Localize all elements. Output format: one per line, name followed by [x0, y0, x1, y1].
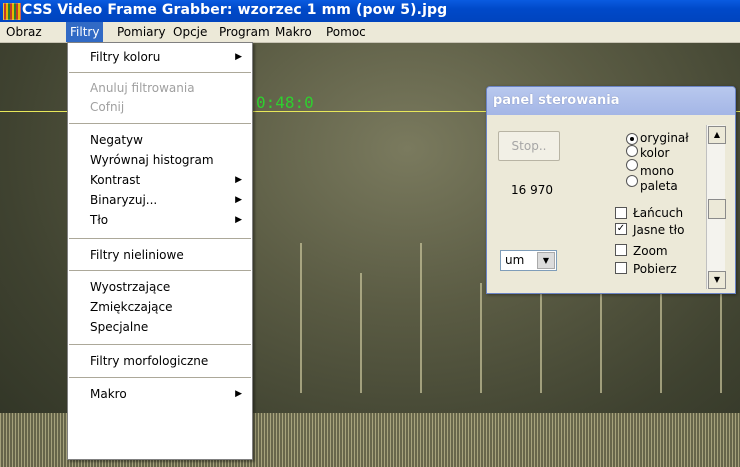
- checkbox-lancuch-label: Łańcuch: [633, 206, 684, 220]
- ruler-tick: [420, 243, 422, 393]
- panel-title: panel sterowania: [493, 93, 620, 108]
- menu-separator: [69, 238, 251, 239]
- menu-item-cofnij: Cofnij: [90, 100, 125, 114]
- submenu-arrow-icon: ▶: [235, 52, 242, 62]
- submenu-arrow-icon: ▶: [235, 175, 242, 185]
- checkbox-pobierz-label: Pobierz: [633, 262, 677, 276]
- submenu-arrow-icon: ▶: [235, 215, 242, 225]
- menu-item-zmiekczajace[interactable]: Zmiękczające: [68, 298, 252, 317]
- unit-select[interactable]: um ▼: [500, 250, 557, 271]
- ruler-tick: [300, 243, 302, 393]
- window-title: CSS Video Frame Grabber: wzorzec 1 mm (p…: [22, 2, 448, 18]
- checkbox-jasne-tlo-label: Jasne tło: [633, 223, 685, 237]
- menu-item-wyostrzajace[interactable]: Wyostrzające: [68, 278, 252, 297]
- submenu-arrow-icon: ▶: [235, 195, 242, 205]
- radio-oryginal-label: oryginał: [640, 131, 689, 145]
- radio-paleta-label: paleta: [640, 179, 678, 193]
- menu-separator: [69, 123, 251, 124]
- menu-separator: [69, 344, 251, 345]
- radio-kolor-label: kolor: [640, 146, 670, 160]
- radio-mono[interactable]: [626, 159, 638, 171]
- ruler-tick: [480, 283, 482, 393]
- app-icon: [3, 3, 21, 20]
- radio-mono-label: mono: [640, 164, 674, 178]
- menubar: Obraz Filtry Pomiary Opcje Program Makro…: [0, 22, 740, 43]
- checkbox-zoom-label: Zoom: [633, 244, 668, 258]
- ruler-tick: [360, 273, 362, 393]
- menu-item-makro[interactable]: Makro ▶: [68, 385, 252, 404]
- menu-separator: [69, 270, 251, 271]
- menu-item-filtry-morfologiczne[interactable]: Filtry morfologiczne: [68, 352, 252, 371]
- menu-pomoc[interactable]: Pomoc: [322, 22, 370, 42]
- radio-paleta[interactable]: [626, 175, 638, 187]
- chevron-down-icon[interactable]: ▼: [537, 252, 555, 269]
- menu-filtry[interactable]: Filtry: [66, 22, 104, 42]
- menu-item-anuluj: Anuluj filtrowania: [90, 81, 195, 95]
- scroll-down-icon[interactable]: ▼: [708, 271, 726, 289]
- menu-separator: [69, 72, 251, 73]
- checkbox-lancuch[interactable]: [615, 207, 627, 219]
- control-panel: panel sterowania Stop.. 16 970 um ▼ oryg…: [486, 86, 736, 294]
- menu-opcje[interactable]: Opcje: [169, 22, 211, 42]
- menu-separator: [69, 377, 251, 378]
- panel-titlebar[interactable]: panel sterowania: [487, 87, 735, 115]
- submenu-arrow-icon: ▶: [235, 389, 242, 399]
- scroll-up-icon[interactable]: ▲: [708, 126, 726, 144]
- menu-obraz[interactable]: Obraz: [2, 22, 46, 42]
- window-titlebar: CSS Video Frame Grabber: wzorzec 1 mm (p…: [0, 0, 740, 22]
- menu-makro[interactable]: Makro: [271, 22, 316, 42]
- checkbox-pobierz[interactable]: [615, 262, 627, 274]
- stop-button: Stop..: [498, 131, 560, 161]
- checkbox-zoom[interactable]: [615, 244, 627, 256]
- ruler-tick: [660, 283, 662, 393]
- menu-item-tlo[interactable]: Tło ▶: [68, 211, 252, 230]
- menu-item-binaryzuj[interactable]: Binaryzuj... ▶: [68, 191, 252, 210]
- menu-item-negatyw[interactable]: Negatyw: [68, 131, 252, 150]
- unit-select-value: um: [505, 253, 525, 267]
- menu-item-filtry-koloru[interactable]: Filtry koloru ▶: [68, 48, 252, 67]
- frame-counter: 16 970: [511, 183, 553, 197]
- timecode-overlay: 0:48:0: [256, 93, 314, 112]
- filtry-dropdown-menu: Filtry koloru ▶ Anuluj filtrowania Cofni…: [67, 42, 253, 460]
- panel-scrollbar[interactable]: ▲ ▼: [706, 125, 726, 289]
- scroll-thumb[interactable]: [708, 199, 726, 219]
- menu-item-wyrownaj-histogram[interactable]: Wyrównaj histogram: [68, 151, 252, 170]
- menu-item-kontrast[interactable]: Kontrast ▶: [68, 171, 252, 190]
- menu-program[interactable]: Program: [215, 22, 274, 42]
- menu-pomiary[interactable]: Pomiary: [113, 22, 170, 42]
- checkbox-jasne-tlo[interactable]: ✓: [615, 223, 627, 235]
- menu-item-specjalne[interactable]: Specjalne: [68, 318, 252, 337]
- radio-oryginal[interactable]: [626, 133, 638, 145]
- menu-item-filtry-nieliniowe[interactable]: Filtry nieliniowe: [68, 246, 252, 265]
- radio-kolor[interactable]: [626, 145, 638, 157]
